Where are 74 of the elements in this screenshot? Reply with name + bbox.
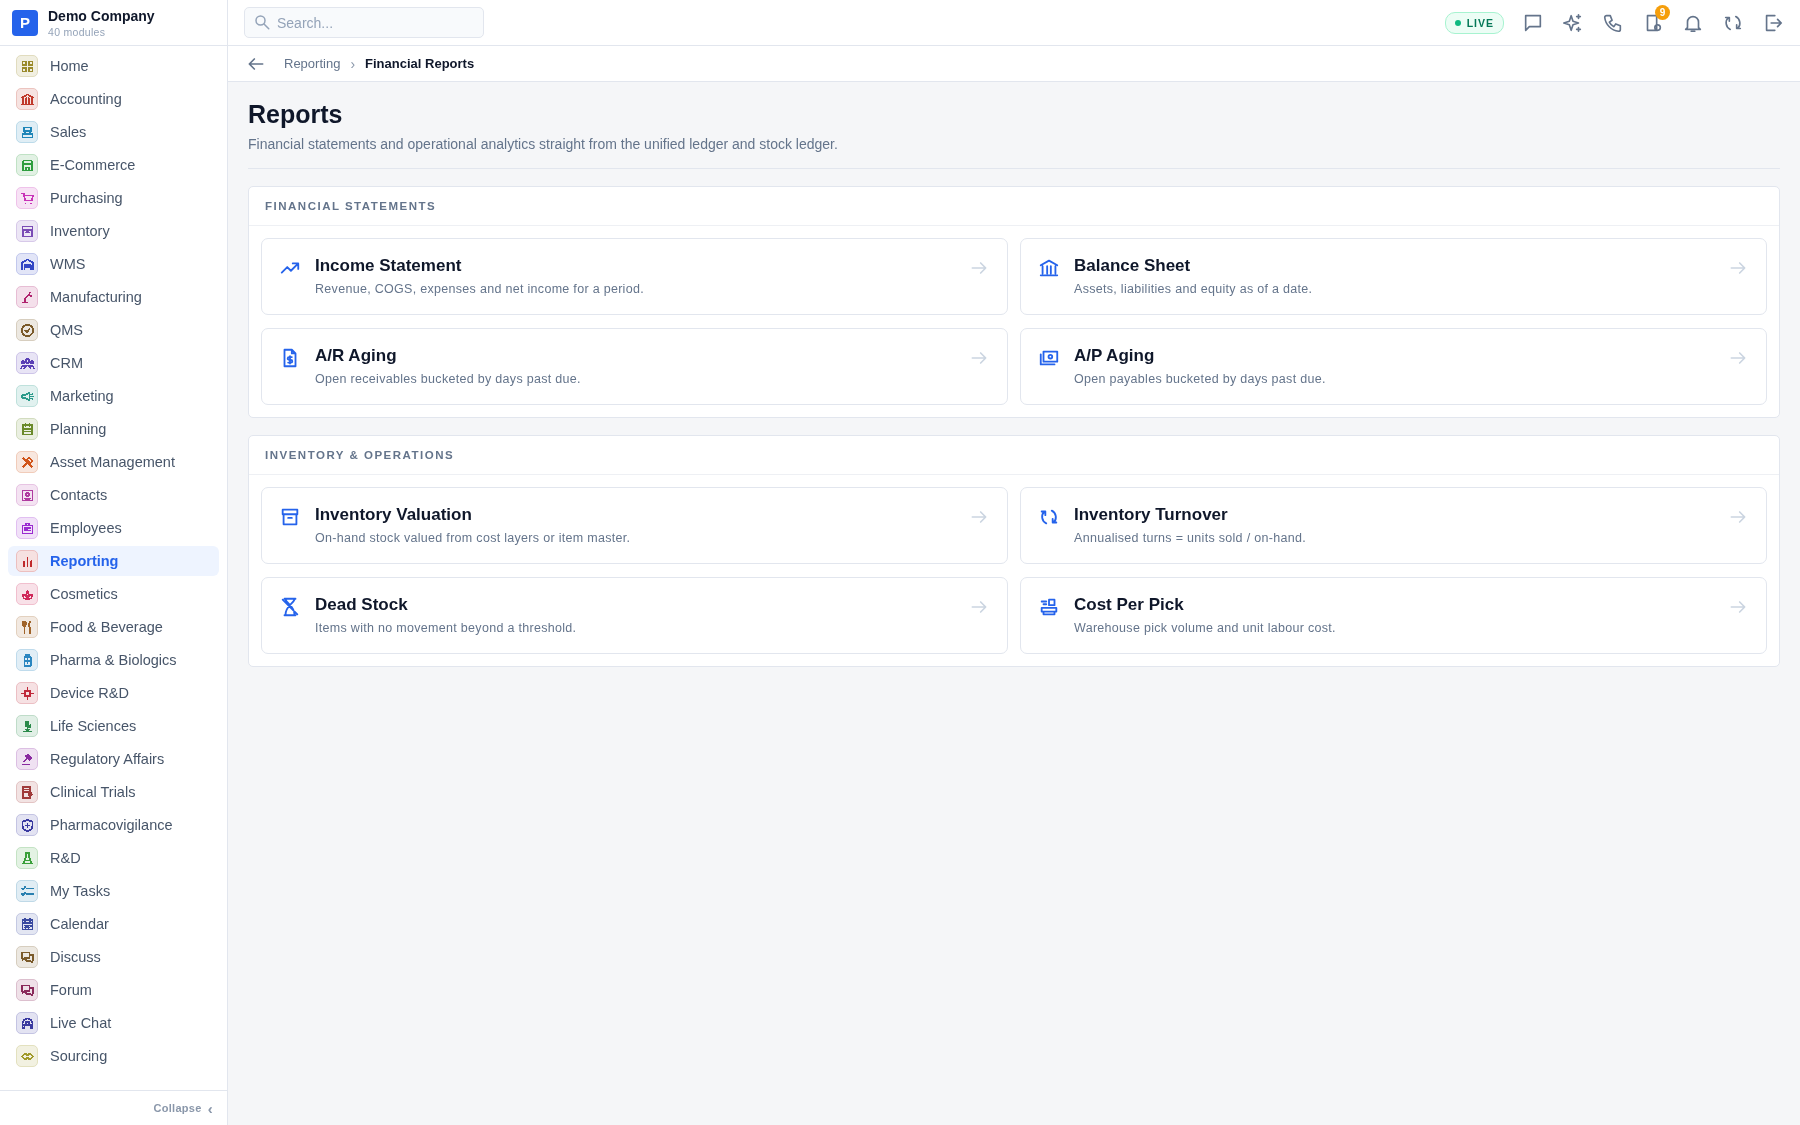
module-count: 40 modules <box>48 25 107 38</box>
report-card[interactable]: A/P Aging Open payables bucketed by days past due. <box>1020 328 1767 405</box>
breadcrumb-item: Financial Reports <box>365 56 475 71</box>
sidebar-item[interactable]: QMS <box>8 315 219 345</box>
sidebar-item[interactable]: Marketing <box>8 381 219 411</box>
page-title: Reports <box>248 100 344 129</box>
sidebar-item[interactable]: Asset Management <box>8 447 219 477</box>
sidebar-item[interactable]: Live Chat <box>8 1008 219 1038</box>
sidebar-item[interactable]: Contacts <box>8 480 219 510</box>
sidebar-item[interactable]: Purchasing <box>8 183 219 213</box>
notification-badge: 9 <box>1655 4 1670 20</box>
report-card[interactable]: A/R Aging Open receivables bucketed by days past due. <box>261 328 1008 405</box>
sidebar-item[interactable]: E-Commerce <box>8 150 219 180</box>
report-card[interactable]: Dead Stock Items with no movement beyond a threshold. <box>261 577 1008 654</box>
sidebar-item[interactable]: Discuss <box>8 942 219 972</box>
card-title: Income Statement <box>315 256 463 276</box>
sidebar-item[interactable]: Planning <box>8 414 219 444</box>
card-description: Assets, liabilities and equity as of a date. <box>1074 282 1314 296</box>
section-title: FINANCIAL STATEMENTS <box>249 187 1779 226</box>
search-icon <box>253 13 271 31</box>
sidebar-item[interactable]: Cosmetics <box>8 579 219 609</box>
card-title: Inventory Turnover <box>1074 505 1229 525</box>
company-name: Demo Company <box>48 7 155 24</box>
card-description: On-hand stock valued from cost layers or item master. <box>315 531 632 545</box>
sidebar-item[interactable]: Life Sciences <box>8 711 219 741</box>
report-card[interactable]: Cost Per Pick Warehouse pick volume and unit labour cost. <box>1020 577 1767 654</box>
card-description: Revenue, COGS, expenses and net income for a period. <box>315 282 645 296</box>
sidebar-item[interactable]: Clinical Trials <box>8 777 219 807</box>
report-card[interactable]: Balance Sheet Assets, liabilities and equity as of a date. <box>1020 238 1767 315</box>
bank-icon <box>1038 257 1060 279</box>
card-title: A/R Aging <box>315 346 398 366</box>
sidebar-item[interactable]: R&D <box>8 843 219 873</box>
sidebar-item[interactable]: Manufacturing <box>8 282 219 312</box>
live-badge: LIVE <box>1444 11 1504 34</box>
section-title: INVENTORY & OPERATIONS <box>249 436 1779 475</box>
report-card[interactable]: Inventory Valuation On-hand stock valued from cost layers or item master. <box>261 487 1008 564</box>
sidebar-item[interactable]: Pharma & Biologics <box>8 645 219 675</box>
sidebar-item[interactable]: Regulatory Affairs <box>8 744 219 774</box>
sparkle-icon[interactable] <box>1562 11 1584 34</box>
search-field[interactable]: Search... <box>244 7 484 38</box>
sidebar-item[interactable]: Sourcing <box>8 1041 219 1071</box>
sidebar-item[interactable]: Pharmacovigilance <box>8 810 219 840</box>
sidebar-item[interactable]: CRM <box>8 348 219 378</box>
conveyor-icon <box>1038 596 1060 618</box>
page-subtitle: Financial statements and operational analytics straight from the unified ledger and stock ledger. <box>248 136 1780 169</box>
report-card[interactable]: Income Statement Revenue, COGS, expenses and net income for a period. <box>261 238 1008 315</box>
company-logo: P <box>12 9 38 36</box>
card-title: Cost Per Pick <box>1074 595 1185 615</box>
card-description: Open payables bucketed by days past due. <box>1074 372 1327 386</box>
sidebar-item[interactable]: My Tasks <box>8 876 219 906</box>
sidebar-item[interactable]: Calendar <box>8 909 219 939</box>
breadcrumb-item[interactable]: Reporting <box>284 56 341 71</box>
breadcrumb-separator: › <box>350 55 356 72</box>
sidebar-item[interactable]: Home <box>8 51 219 81</box>
card-description: Annualised turns = units sold / on-hand. <box>1074 531 1307 545</box>
sidebar-item[interactable]: Accounting <box>8 84 219 114</box>
sidebar-item[interactable]: Device R&D <box>8 678 219 708</box>
hourglass-icon <box>279 596 301 618</box>
report-card[interactable]: Inventory Turnover Annualised turns = units sold / on-hand. <box>1020 487 1767 564</box>
card-title: Balance Sheet <box>1074 256 1192 276</box>
sidebar-item[interactable]: WMS <box>8 249 219 279</box>
card-title: Dead Stock <box>315 595 409 615</box>
card-title: Inventory Valuation <box>315 505 473 525</box>
sidebar-item[interactable]: Inventory <box>8 216 219 246</box>
card-description: Items with no movement beyond a threshold. <box>315 621 578 635</box>
card-description: Warehouse pick volume and unit labour cost. <box>1074 621 1337 635</box>
card-title: A/P Aging <box>1074 346 1156 366</box>
card-description: Open receivables bucketed by days past due. <box>315 372 582 386</box>
archive-icon <box>279 506 301 528</box>
sidebar-item[interactable]: Forum <box>8 975 219 1005</box>
sidebar-item[interactable]: Employees <box>8 513 219 543</box>
sidebar-item[interactable]: Sales <box>8 117 219 147</box>
sidebar-item[interactable]: Food & Beverage <box>8 612 219 642</box>
sidebar-item[interactable]: Reporting <box>8 546 219 576</box>
